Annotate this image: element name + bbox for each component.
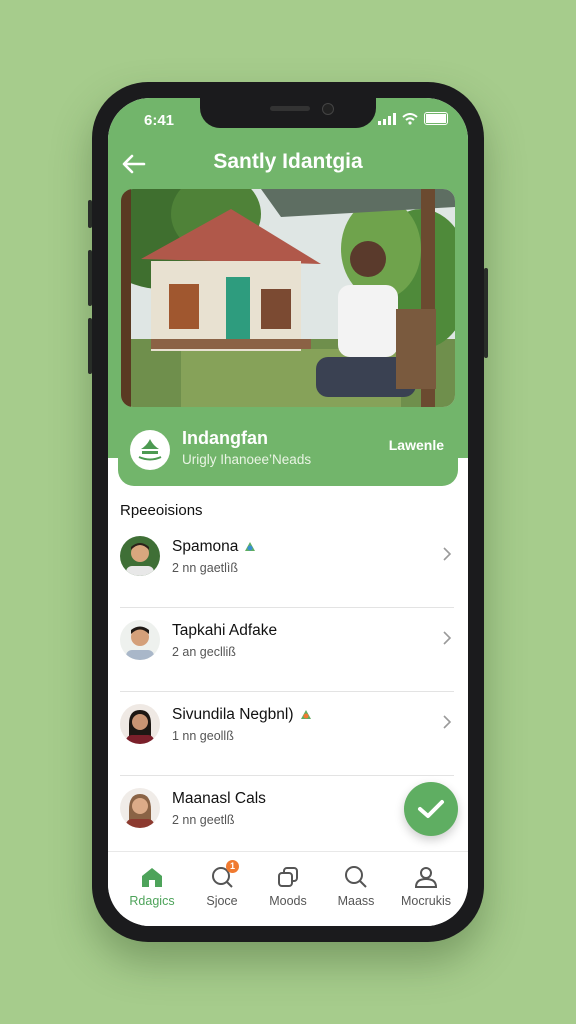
chevron-right-icon	[442, 546, 452, 567]
list-item-name: Spamona	[172, 538, 258, 556]
community-logo	[130, 430, 170, 470]
chevron-right-icon	[442, 714, 452, 735]
list-item-subtitle: 2 an geclliß	[172, 645, 236, 659]
list-item-name: Sivundila Negbnl)	[172, 706, 314, 724]
avatar	[120, 704, 160, 744]
bottom-tab-bar: Rdagics 1 Sjoce Moods Maass Mocrukis	[108, 851, 468, 926]
signal-icon	[378, 112, 396, 125]
list-item[interactable]: Sivundila Negbnl) 1 nn geollß	[108, 692, 468, 776]
leaf-badge-icon	[245, 542, 256, 551]
list-item-subtitle: 1 nn geollß	[172, 729, 234, 743]
power-button	[484, 268, 488, 358]
list-item-name: Maanasl Cals	[172, 790, 266, 807]
list-item[interactable]: Tapkahi Adfake 2 an geclliß	[108, 608, 468, 692]
list-item[interactable]: Spamona 2 nn gaetlìß	[108, 524, 468, 608]
search-icon	[345, 866, 367, 888]
list-item-subtitle: 2 nn gaetlìß	[172, 561, 239, 575]
notch	[200, 98, 376, 128]
front-camera	[322, 103, 334, 115]
status-icons	[378, 112, 448, 125]
status-time: 6:41	[144, 112, 175, 129]
profile-card[interactable]: Indangfan Urigly Ihanoee’Neads Lawenle	[118, 186, 458, 486]
tab-search[interactable]: 1 Sjoce	[186, 860, 258, 908]
speaker	[270, 106, 310, 111]
avatar	[120, 536, 160, 576]
battery-icon	[424, 112, 448, 125]
home-icon	[142, 868, 162, 887]
tab-home[interactable]: Rdagics	[116, 864, 188, 908]
wifi-icon	[402, 112, 418, 125]
profile-icon	[414, 867, 438, 888]
tab-profile[interactable]: Mocrukis	[390, 864, 462, 908]
tab-maass[interactable]: Maass	[320, 864, 392, 908]
app-screen: 6:41 Santly Idantgia Indangfan Urigly Ih…	[108, 98, 468, 926]
leaf-badge-icon	[300, 710, 311, 719]
squares-icon	[278, 867, 298, 887]
checkmark-icon	[418, 800, 444, 818]
page-title: Santly Idantgia	[213, 150, 363, 173]
notification-badge: 1	[226, 860, 239, 873]
avatar	[120, 788, 160, 828]
avatar	[120, 620, 160, 660]
profile-subtitle: Urigly Ihanoee’Neads	[182, 452, 312, 467]
profile-photo	[121, 189, 455, 407]
list-item-subtitle: 2 nn geetlß	[172, 813, 235, 827]
profile-action-link[interactable]: Lawenle	[389, 437, 444, 453]
temple-icon	[138, 439, 162, 461]
chevron-right-icon	[442, 630, 452, 651]
confirm-fab-button[interactable]	[404, 782, 458, 836]
section-title: Rpeeoisions	[120, 502, 203, 519]
profile-name: Indangfan	[182, 428, 268, 448]
tab-moods[interactable]: Moods	[252, 864, 324, 908]
list-item-name: Tapkahi Adfake	[172, 622, 278, 639]
